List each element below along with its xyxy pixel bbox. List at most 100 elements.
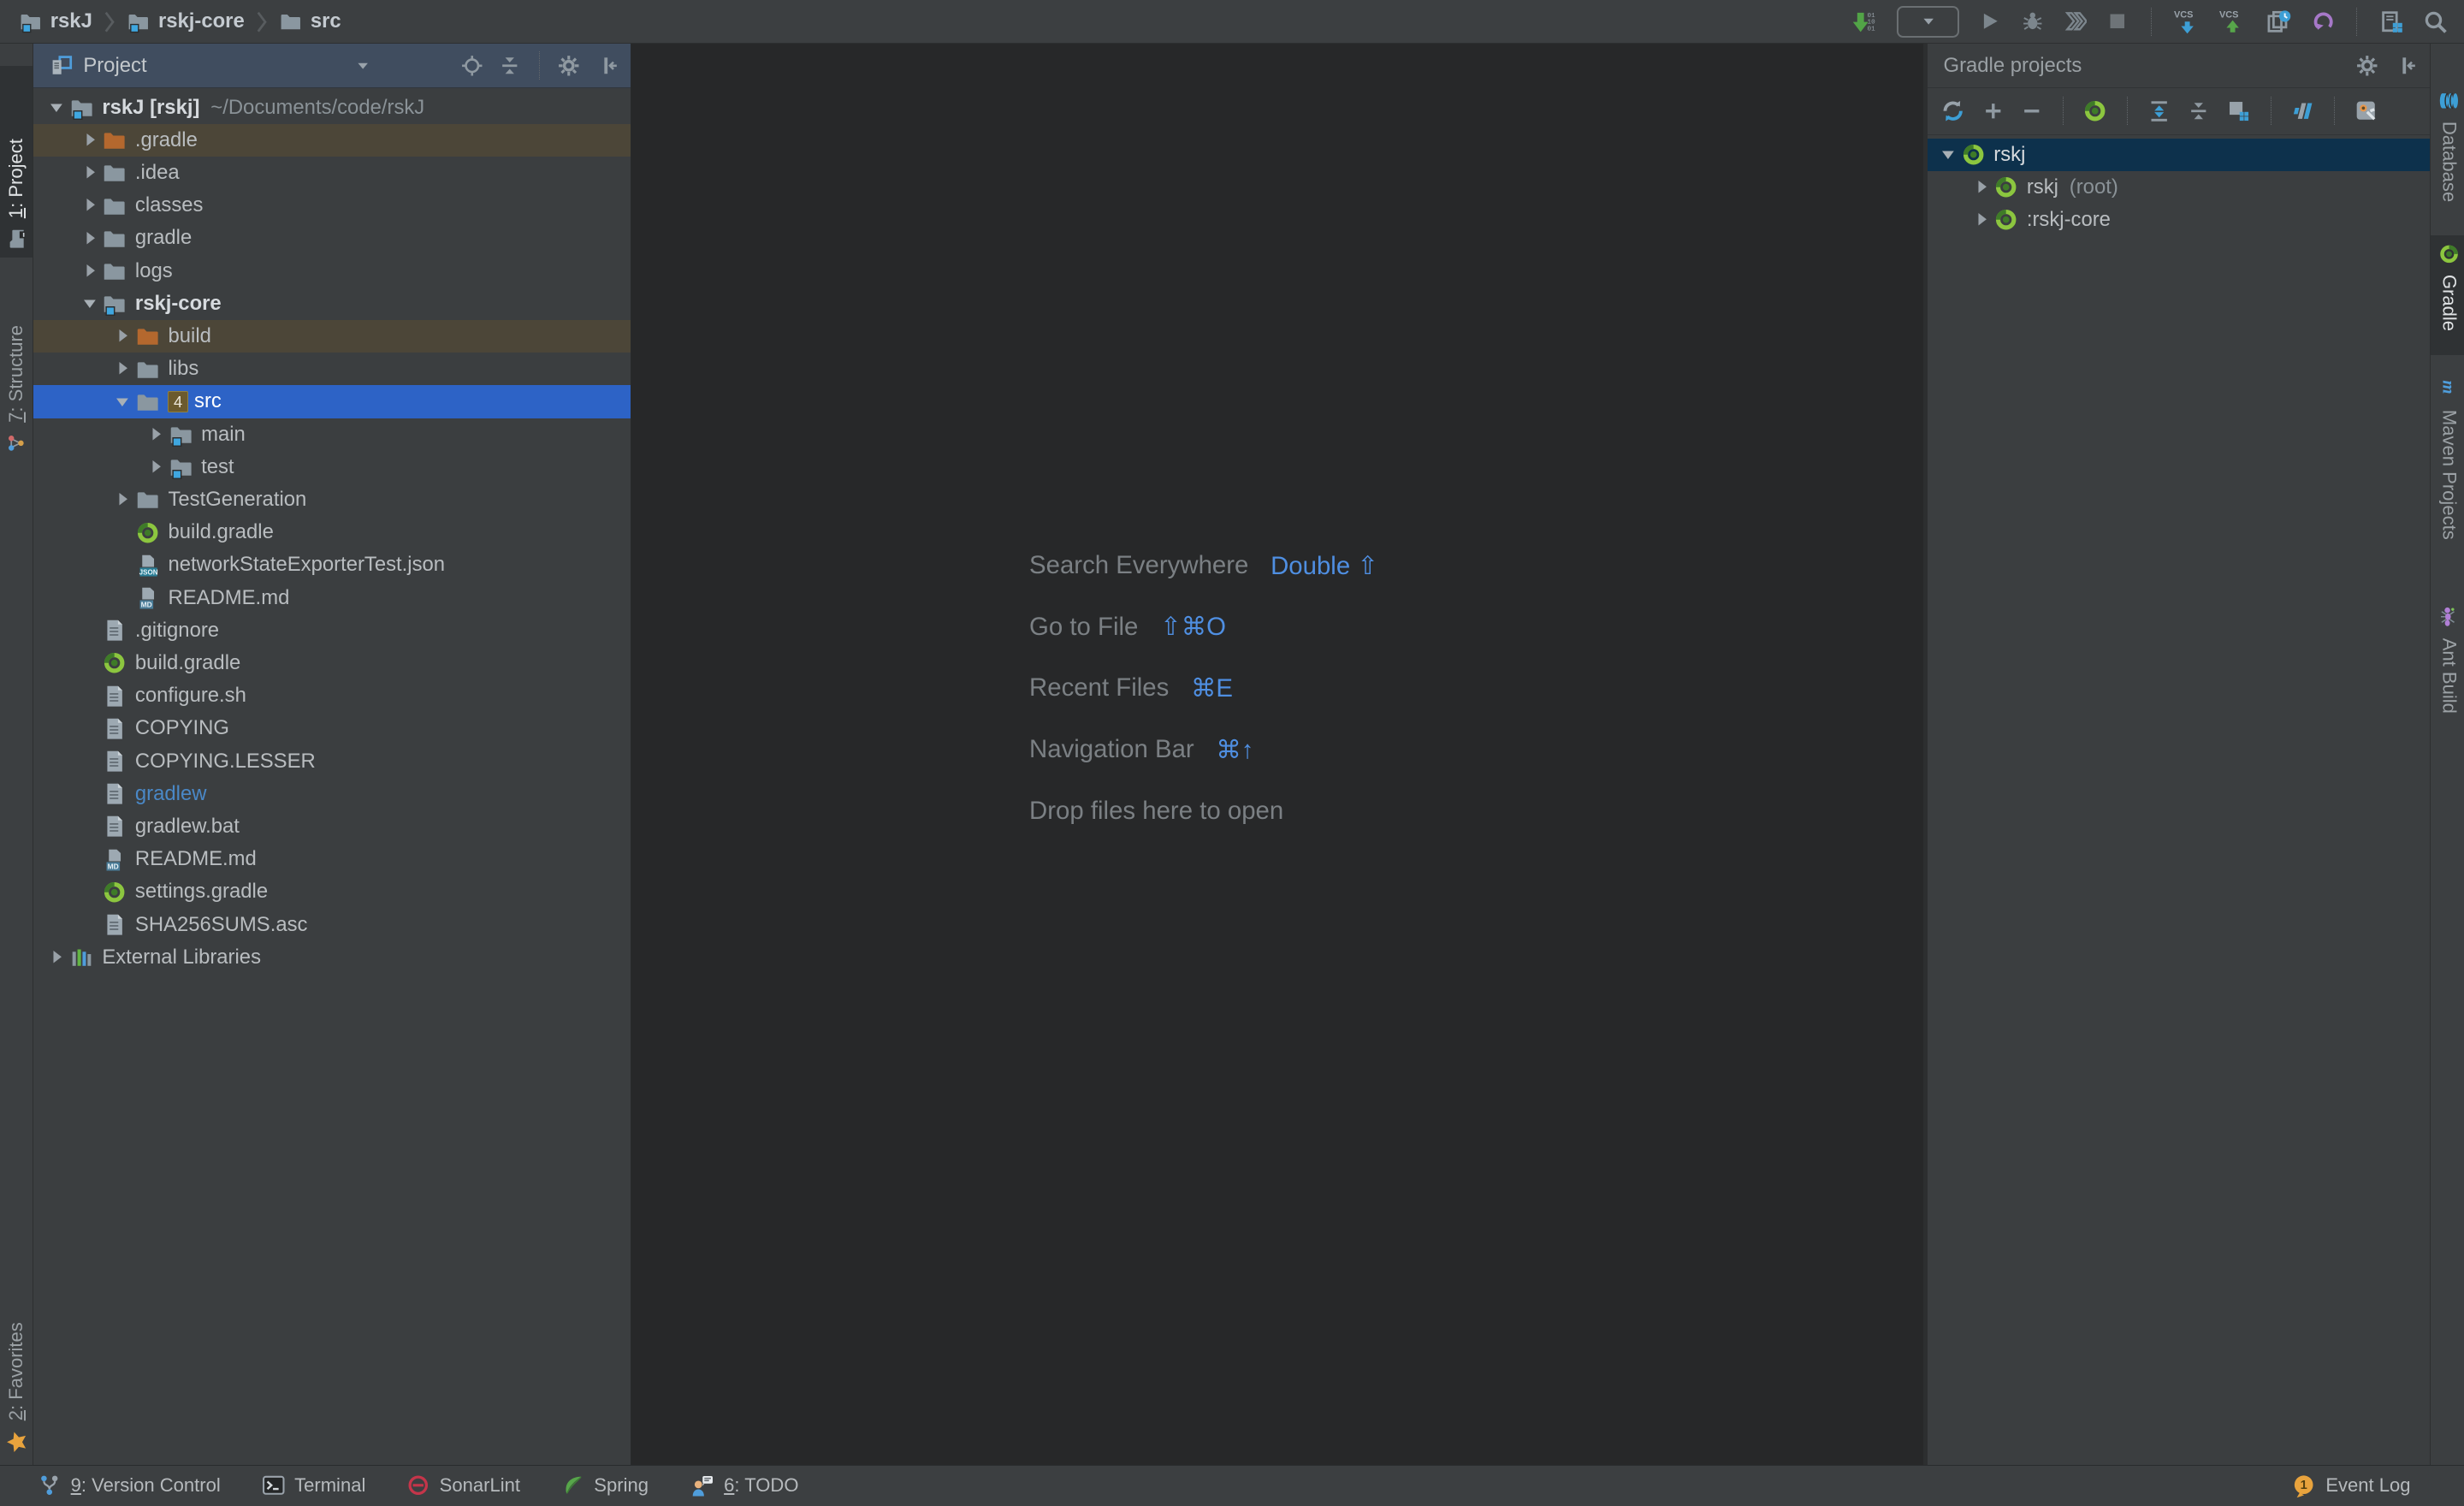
chevron-collapsed-icon[interactable] (79, 193, 103, 217)
locate-icon[interactable] (460, 54, 484, 78)
project-tree-row-logs[interactable]: logs (33, 255, 631, 288)
status-item-version-control[interactable]: 9: Version Control (38, 1473, 221, 1498)
collapse-all-icon[interactable] (498, 54, 522, 78)
make-project-icon[interactable]: 011001 (1851, 9, 1878, 35)
project-tree-row-copying-lesser[interactable]: COPYING.LESSER (33, 745, 631, 778)
chevron-expanded-icon[interactable] (45, 96, 69, 120)
project-tree-row-settings-gradle[interactable]: settings.gradle (33, 875, 631, 908)
project-tree-row-gradlew[interactable]: gradlew (33, 778, 631, 810)
project-structure-icon[interactable] (2379, 9, 2404, 34)
project-tree-row-gradlew-bat[interactable]: gradlew.bat (33, 810, 631, 843)
status-item-spring[interactable]: Spring (561, 1473, 649, 1498)
stripe-tab-1-project[interactable]: 1: Project (0, 66, 33, 258)
remove-icon[interactable] (2020, 99, 2044, 123)
stripe-tab-database[interactable]: Database (2431, 82, 2464, 221)
project-tree-row-build[interactable]: build (33, 320, 631, 353)
chevron-collapsed-icon[interactable] (145, 455, 169, 479)
stripe-tab-label: 1: Project (5, 139, 27, 218)
project-tree-row-sha256sums-asc[interactable]: SHA256SUMS.asc (33, 909, 631, 941)
project-tree-row-configure-sh[interactable]: configure.sh (33, 679, 631, 712)
chevron-collapsed-icon[interactable] (111, 324, 135, 348)
chevron-collapsed-icon[interactable] (1970, 175, 1994, 199)
shortcut-hint-keys: Double ⇧ (1270, 551, 1378, 581)
gradle-panel-header[interactable]: Gradle projects (1928, 44, 2429, 87)
coverage-icon[interactable] (2064, 9, 2088, 33)
offline-mode-icon[interactable] (2290, 98, 2315, 123)
breadcrumb-item-rskj[interactable]: rskJ (15, 9, 95, 33)
status-item-todo[interactable]: 6: TODO (690, 1473, 799, 1498)
gradle-tree-row-rskj[interactable]: rskj (1928, 139, 2429, 171)
breadcrumb-separator-icon (104, 9, 116, 34)
run-config-dropdown[interactable] (1897, 6, 1959, 38)
breadcrumb-item-src[interactable]: src (275, 9, 344, 33)
chevron-expanded-icon[interactable] (79, 292, 103, 316)
chevron-collapsed-icon[interactable] (79, 128, 103, 152)
stripe-tab-gradle[interactable]: Gradle (2431, 235, 2464, 355)
chevron-collapsed-icon[interactable] (79, 259, 103, 283)
add-icon[interactable] (1981, 99, 2005, 123)
chevron-down-icon[interactable] (355, 58, 370, 74)
run-icon[interactable] (1978, 9, 2002, 33)
project-tree-row-readme-md[interactable]: MDREADME.md (33, 582, 631, 614)
project-tree-row-gradle[interactable]: .gradle (33, 124, 631, 157)
chevron-collapsed-icon[interactable] (1970, 208, 1994, 232)
debug-icon[interactable] (2021, 9, 2045, 33)
chevron-collapsed-icon[interactable] (79, 227, 103, 251)
expand-all-icon[interactable] (2147, 98, 2171, 123)
project-tree-row-src[interactable]: 4src (33, 385, 631, 418)
collapse-all-icon[interactable] (2187, 99, 2211, 123)
refresh-icon[interactable] (1940, 98, 1965, 123)
project-tree-label: gradlew (135, 782, 207, 806)
text-file-icon (102, 684, 127, 709)
status-item-terminal[interactable]: Terminal (262, 1473, 366, 1498)
breadcrumb-item-rskj-core[interactable]: rskj-core (124, 9, 248, 33)
status-item-sonarlint[interactable]: SonarLint (406, 1473, 520, 1498)
stripe-tab-7-structure[interactable]: 7: Structure (0, 276, 33, 462)
project-tree-row-build-gradle[interactable]: build.gradle (33, 516, 631, 548)
chevron-collapsed-icon[interactable] (45, 946, 69, 969)
search-everywhere-icon[interactable] (2423, 9, 2448, 34)
project-tree-row-rskj-rskj-documents-code-rskj[interactable]: rskJ [rskj]~/Documents/code/rskJ (33, 92, 631, 124)
rollback-icon[interactable] (2311, 9, 2335, 33)
project-tree-row-testgeneration[interactable]: TestGeneration (33, 483, 631, 516)
stripe-tab-ant-build[interactable]: Ant Build (2431, 597, 2464, 738)
stop-icon[interactable] (2106, 9, 2129, 33)
vcs-commit-icon[interactable]: VCS (2219, 9, 2246, 35)
stripe-tab-2-favorites[interactable]: 2: Favorites (0, 1298, 33, 1462)
chevron-expanded-icon[interactable] (1937, 143, 1961, 167)
editor-shortcut-hints: Search EverywhereDouble ⇧Go to File⇧⌘ORe… (1029, 547, 1378, 853)
gradle-settings-icon[interactable] (2354, 98, 2378, 123)
vcs-update-icon[interactable]: VCS (2174, 9, 2200, 35)
gradle-icon[interactable] (2082, 98, 2107, 123)
project-tree-row-classes[interactable]: classes (33, 189, 631, 222)
chevron-collapsed-icon[interactable] (111, 488, 135, 512)
local-history-icon[interactable] (2266, 9, 2292, 35)
hide-icon[interactable] (595, 54, 619, 78)
status-item-event-log[interactable]: 1 Event Log (2291, 1473, 2411, 1498)
project-tree-row-test[interactable]: test (33, 451, 631, 483)
project-tree-row-libs[interactable]: libs (33, 353, 631, 385)
shortcut-hint-label: Recent Files (1029, 673, 1169, 703)
gear-icon[interactable] (2355, 54, 2379, 78)
project-tree-row-idea[interactable]: .idea (33, 157, 631, 189)
project-tree-row-external-libraries[interactable]: External Libraries (33, 941, 631, 974)
gradle-tree-row-rskj-root[interactable]: rskj(root) (1928, 171, 2429, 204)
project-panel-header[interactable]: Project (33, 44, 631, 87)
stripe-tab-maven-projects[interactable]: mMaven Projects (2431, 371, 2464, 562)
chevron-collapsed-icon[interactable] (79, 161, 103, 185)
chevron-collapsed-icon[interactable] (111, 357, 135, 381)
chevron-expanded-icon[interactable] (111, 390, 135, 414)
hide-icon[interactable] (2393, 54, 2417, 78)
project-tree-row-gradle[interactable]: gradle (33, 222, 631, 254)
gradle-tree-row-rskj-core[interactable]: :rskj-core (1928, 204, 2429, 236)
chevron-collapsed-icon[interactable] (145, 423, 169, 447)
run-configurations-icon[interactable] (2226, 98, 2251, 123)
project-tree-row-gitignore[interactable]: .gitignore (33, 614, 631, 647)
project-tree-row-rskj-core[interactable]: rskj-core (33, 288, 631, 320)
gear-icon[interactable] (557, 54, 581, 78)
project-tree-row-main[interactable]: main (33, 418, 631, 451)
project-tree-row-copying[interactable]: COPYING (33, 712, 631, 744)
project-tree-row-networkstateexportertest-json[interactable]: JSONnetworkStateExporterTest.json (33, 548, 631, 581)
project-tree-row-readme-md[interactable]: MDREADME.md (33, 843, 631, 875)
project-tree-row-build-gradle[interactable]: build.gradle (33, 647, 631, 679)
